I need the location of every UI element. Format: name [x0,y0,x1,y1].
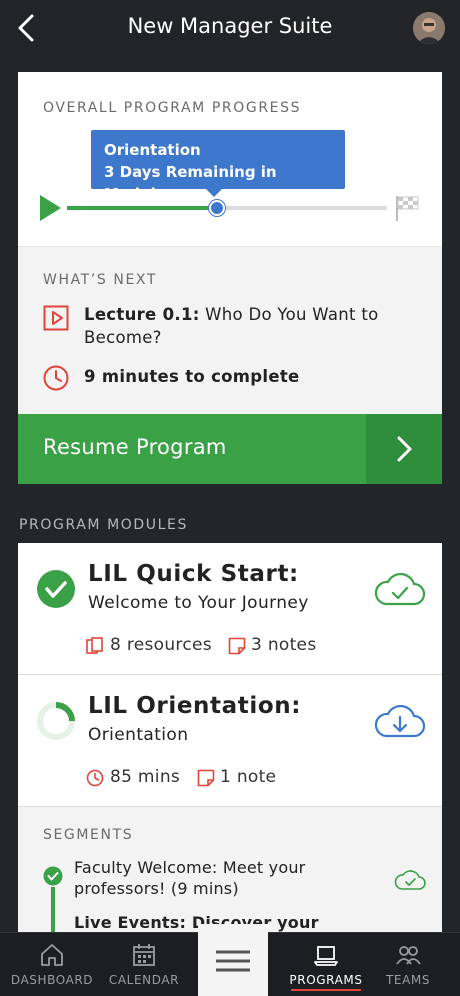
tab-label: PROGRAMS [289,973,363,987]
module-notes: 3 notes [251,635,317,655]
user-avatar-icon [413,12,445,44]
top-app-bar: New Manager Suite [0,0,460,56]
module-subtitle: Orientation [88,725,189,745]
home-icon [41,944,63,966]
modules-list: LIL Quick Start: Welcome to Your Journey… [18,543,442,933]
hamburger-menu-icon [216,950,250,972]
segment-complete-icon [43,866,63,886]
clock-icon [43,365,69,391]
cloud-downloaded-icon[interactable] [374,571,426,607]
module-title: LIL Quick Start: [88,561,299,587]
notes-icon [197,769,215,787]
menu-button[interactable] [198,924,268,996]
notes-icon [228,637,246,655]
tab-programs[interactable]: PROGRAMS [282,933,370,996]
tooltip-remaining: 3 Days Remaining in Module [104,163,277,203]
tab-dashboard[interactable]: DASHBOARD [0,933,104,996]
program-progress-card: OVERALL PROGRAM PROGRESS Orientation 3 D… [18,72,442,484]
progress-fill [67,206,218,210]
clock-icon [86,769,104,787]
time-to-complete: 9 minutes to complete [84,367,300,386]
whats-next-panel: WHAT’S NEXT Lecture 0.1: Who Do You Want… [18,246,442,414]
start-play-icon [40,195,61,221]
tab-calendar[interactable]: CALENDAR [104,933,184,996]
laptop-icon [314,946,338,966]
module-card[interactable]: LIL Orientation: Orientation 85 mins 1 n… [18,675,442,807]
tab-label: TEAMS [385,973,431,987]
progress-track [67,206,387,210]
module-title: LIL Orientation: [88,693,301,719]
segment-timeline [51,887,55,933]
cloud-downloaded-icon[interactable] [394,867,426,891]
segments-label: SEGMENTS [43,827,134,843]
active-tab-indicator [291,989,361,991]
whats-next-label: WHAT’S NEXT [43,272,158,288]
calendar-icon [133,944,155,966]
module-card[interactable]: LIL Quick Start: Welcome to Your Journey… [18,543,442,675]
resume-button-label: Resume Program [43,435,227,459]
completed-check-icon [37,570,75,608]
team-icon [396,946,421,965]
module-duration: 85 mins [110,767,181,787]
program-modules-heading: PROGRAM MODULES [19,517,188,533]
avatar[interactable] [413,12,445,44]
tooltip-module-name: Orientation [104,141,201,159]
tab-label: CALENDAR [108,973,180,987]
progress-section-label: OVERALL PROGRAM PROGRESS [43,100,302,116]
progress-tooltip: Orientation 3 Days Remaining in Module [91,130,345,203]
progress-marker [209,200,226,216]
lecture-number: Lecture 0.1: [84,305,200,324]
module-subtitle: Welcome to Your Journey [88,593,309,613]
chevron-right-icon [397,436,412,462]
tab-label: DASHBOARD [10,973,94,987]
in-progress-ring-icon [37,702,75,740]
module-notes: 1 note [220,767,277,787]
video-lecture-icon [43,305,69,331]
finish-flag-icon [396,196,419,221]
resume-program-button[interactable]: Resume Program [18,414,442,484]
module-resources: 8 resources [110,635,212,655]
cloud-download-icon[interactable] [374,703,426,739]
resume-arrow-area[interactable] [366,414,442,484]
page-title: New Manager Suite [127,14,333,38]
next-lecture[interactable]: Lecture 0.1: Who Do You Want to Become? [84,303,414,349]
segment-item[interactable]: Live Events: Discover your [74,913,319,932]
tab-teams[interactable]: TEAMS [370,933,446,996]
resources-icon [86,637,103,654]
segments-panel: SEGMENTS Faculty Welcome: Meet your prof… [18,807,442,933]
segment-item[interactable]: Faculty Welcome: Meet your professors! (… [74,857,374,899]
